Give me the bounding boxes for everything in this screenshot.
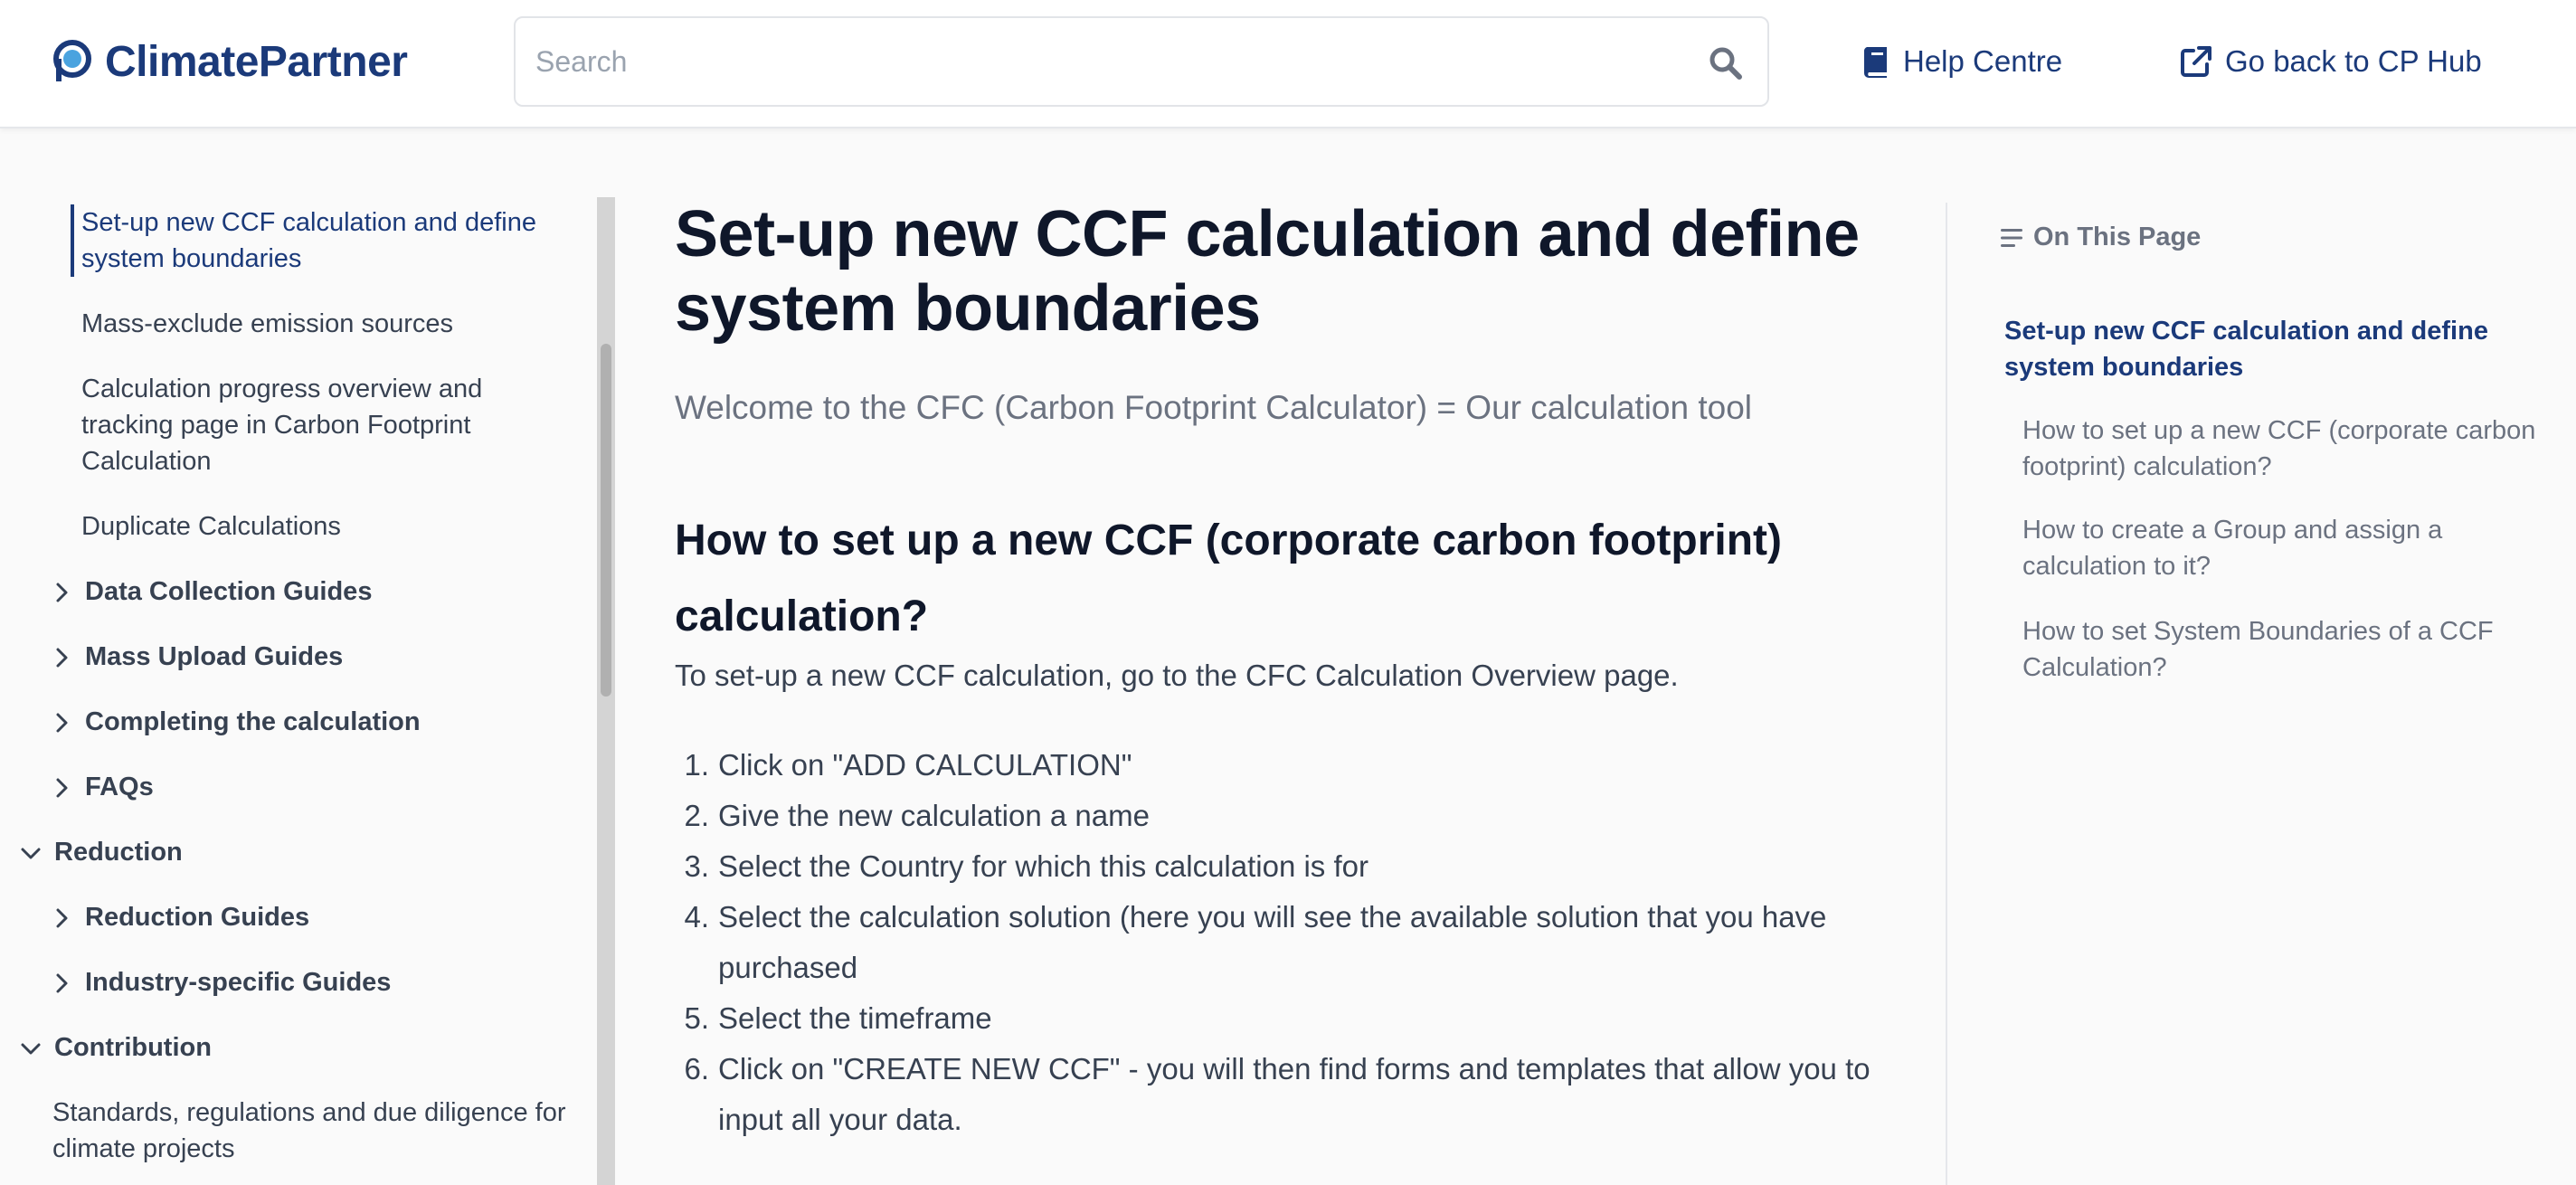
toc-item-system-boundaries[interactable]: How to set System Boundaries of a CCF Ca…	[2022, 613, 2565, 686]
left-sidebar-nav: Set-up new CCF calculation and define sy…	[0, 128, 597, 1185]
toc-heading-label: On This Page	[2033, 223, 2202, 251]
go-back-cp-hub-link[interactable]: Go back to CP Hub	[2180, 38, 2482, 85]
sidebar-scrollbar[interactable]	[597, 197, 615, 1185]
search-icon[interactable]	[1708, 45, 1744, 81]
top-header: ClimatePartner Help Centre Go back to CP…	[0, 0, 2576, 128]
sidebar-item-label: FAQs	[85, 773, 154, 801]
sidebar-item-label: Mass Upload Guides	[85, 642, 344, 671]
page-title: Set-up new CCF calculation and define sy…	[675, 198, 1860, 345]
list-item: 1. Click on "ADD CALCULATION"	[684, 748, 1132, 782]
sidebar-item-label: Calculation progress overview and tracki…	[81, 374, 483, 476]
toc-item-how-to-setup[interactable]: How to set up a new CCF (corporate carbo…	[2022, 412, 2565, 485]
intro-paragraph: To set-up a new CCF calculation, go to t…	[675, 659, 1679, 692]
toc-item-setup-ccf[interactable]: Set-up new CCF calculation and define sy…	[2004, 313, 2547, 385]
sidebar-item-label: Reduction	[54, 838, 183, 867]
logo-mark-icon	[51, 40, 94, 83]
sidebar-item-label: Duplicate Calculations	[81, 512, 341, 541]
chevron-right-icon	[49, 579, 74, 604]
chevron-right-icon	[49, 970, 74, 995]
search-input[interactable]	[535, 36, 1693, 87]
sidebar-item-label: Industry-specific Guides	[85, 968, 392, 997]
chevron-right-icon	[49, 644, 74, 669]
sidebar-item-setup-ccf[interactable]: Set-up new CCF calculation and define sy…	[71, 204, 577, 277]
list-item: 5. Select the timeframe	[684, 1001, 992, 1035]
sidebar-item-completing[interactable]: Completing the calculation	[49, 704, 421, 740]
toc-heading: On This Page	[1999, 223, 2201, 252]
sidebar-item-mass-exclude[interactable]: Mass-exclude emission sources	[81, 306, 579, 342]
sidebar-item-label: Reduction Guides	[85, 903, 310, 932]
help-centre-link[interactable]: Help Centre	[1863, 38, 2062, 85]
sidebar-item-mass-upload[interactable]: Mass Upload Guides	[49, 639, 343, 675]
chevron-right-icon	[49, 774, 74, 800]
sidebar-item-duplicate[interactable]: Duplicate Calculations	[81, 508, 579, 545]
list-item: 6. Click on "CREATE NEW CCF" - you will t…	[684, 1052, 1870, 1136]
sidebar-item-label: Completing the calculation	[85, 707, 421, 736]
chevron-right-icon	[49, 905, 74, 930]
chevron-down-icon	[18, 839, 43, 865]
sidebar-item-progress-overview[interactable]: Calculation progress overview and tracki…	[81, 371, 534, 479]
book-icon	[1863, 47, 1887, 78]
chevron-down-icon	[18, 1035, 43, 1060]
external-link-icon	[2181, 46, 2211, 77]
sidebar-item-label: Set-up new CCF calculation and define sy…	[81, 208, 536, 273]
list-item: 2. Give the new calculation a name	[684, 799, 1150, 832]
list-item: 4. Select the calculation solution (here …	[684, 900, 1827, 984]
sidebar-item-label: Standards, regulations and due diligence…	[52, 1098, 566, 1163]
sidebar-item-faqs[interactable]: FAQs	[49, 769, 154, 805]
sidebar-item-label: Contribution	[54, 1033, 212, 1062]
sidebar-item-industry-guides[interactable]: Industry-specific Guides	[49, 964, 391, 1000]
climatepartner-logo[interactable]: ClimatePartner	[51, 33, 408, 90]
list-icon	[2001, 228, 2022, 247]
sidebar-item-label: Data Collection Guides	[85, 577, 373, 606]
section-heading: How to set up a new CCF (corporate carbo…	[675, 517, 1782, 640]
sidebar-item-reduction[interactable]: Reduction	[18, 834, 183, 870]
sidebar-item-label: Mass-exclude emission sources	[81, 309, 453, 338]
sidebar-item-reduction-guides[interactable]: Reduction Guides	[49, 899, 309, 935]
list-item: 3. Select the Country for which this calc…	[684, 849, 1368, 883]
go-back-label: Go back to CP Hub	[2225, 44, 2482, 78]
chevron-right-icon	[49, 709, 74, 735]
steps-list: 1. Click on "ADD CALCULATION" 2. Give the …	[675, 740, 1878, 1145]
toc-divider	[1946, 203, 1947, 1185]
logo-text: ClimatePartner	[105, 37, 408, 86]
sidebar-item-data-collection[interactable]: Data Collection Guides	[49, 574, 372, 610]
help-centre-label: Help Centre	[1903, 44, 2063, 78]
sidebar-item-contribution[interactable]: Contribution	[18, 1029, 212, 1066]
sidebar-item-standards[interactable]: Standards, regulations and due diligence…	[52, 1095, 577, 1167]
toc-item-create-group[interactable]: How to create a Group and assign a calcu…	[2022, 512, 2565, 584]
scrollbar-thumb[interactable]	[601, 344, 611, 697]
page-subtitle: Welcome to the CFC (Carbon Footprint Cal…	[675, 389, 1753, 426]
search-box[interactable]	[514, 16, 1769, 107]
